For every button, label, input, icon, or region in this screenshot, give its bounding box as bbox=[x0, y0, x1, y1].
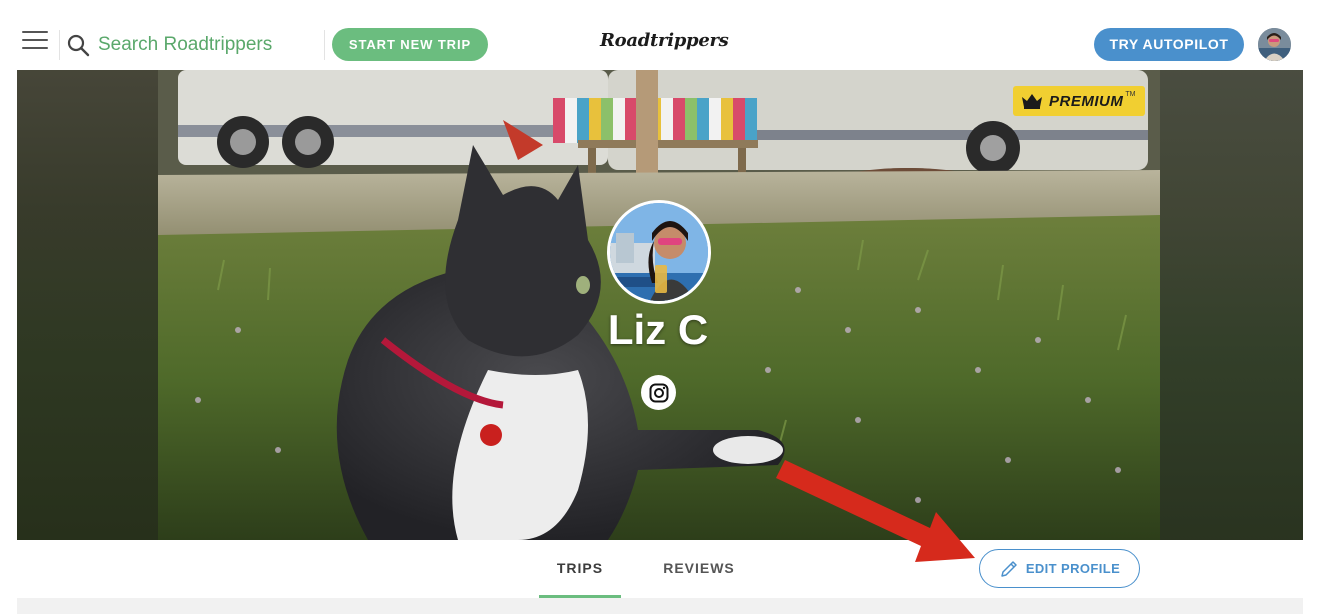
content-area-top bbox=[17, 598, 1303, 614]
profile-avatar-image bbox=[610, 203, 708, 301]
premium-trademark: TM bbox=[1125, 90, 1136, 98]
instagram-icon bbox=[649, 383, 668, 402]
user-avatar[interactable] bbox=[1258, 28, 1291, 61]
nav-divider bbox=[59, 30, 60, 60]
cover-photo bbox=[158, 70, 1160, 540]
hamburger-menu-icon[interactable] bbox=[22, 31, 48, 55]
profile-name: Liz C bbox=[607, 306, 709, 353]
crown-icon bbox=[1022, 94, 1042, 109]
edit-profile-button[interactable]: EDIT PROFILE bbox=[979, 549, 1140, 588]
tab-trips[interactable]: TRIPS bbox=[539, 540, 621, 598]
avatar-image bbox=[1258, 28, 1291, 61]
search-input[interactable]: Search Roadtrippers bbox=[66, 28, 316, 62]
profile-tabs-bar: TRIPS REVIEWS EDIT PROFILE bbox=[17, 540, 1303, 598]
start-new-trip-button[interactable]: START NEW TRIP bbox=[332, 28, 488, 61]
red-annotation-arrow bbox=[776, 460, 975, 562]
premium-badge: PREMIUM TM bbox=[1013, 86, 1145, 116]
nav-divider-2 bbox=[324, 30, 325, 60]
profile-cover-banner: PREMIUM TM Liz C bbox=[17, 70, 1303, 540]
search-icon bbox=[67, 34, 90, 57]
edit-profile-label: EDIT PROFILE bbox=[1025, 561, 1121, 576]
cover-blur-right bbox=[1160, 70, 1303, 540]
pencil-icon bbox=[1001, 560, 1017, 577]
search-placeholder: Search Roadtrippers bbox=[98, 34, 273, 55]
cover-blur-left bbox=[17, 70, 158, 540]
profile-avatar[interactable] bbox=[607, 200, 711, 304]
instagram-link[interactable] bbox=[641, 375, 676, 410]
cover-photo-cat-image bbox=[158, 70, 1160, 540]
top-navigation-bar: Search Roadtrippers START NEW TRIP Roadt… bbox=[0, 0, 1324, 70]
try-autopilot-button[interactable]: TRY AUTOPILOT bbox=[1094, 28, 1244, 61]
premium-label: PREMIUM bbox=[1049, 92, 1124, 110]
tab-reviews[interactable]: REVIEWS bbox=[657, 540, 741, 598]
roadtrippers-logo[interactable]: Roadtrippers bbox=[600, 30, 729, 60]
